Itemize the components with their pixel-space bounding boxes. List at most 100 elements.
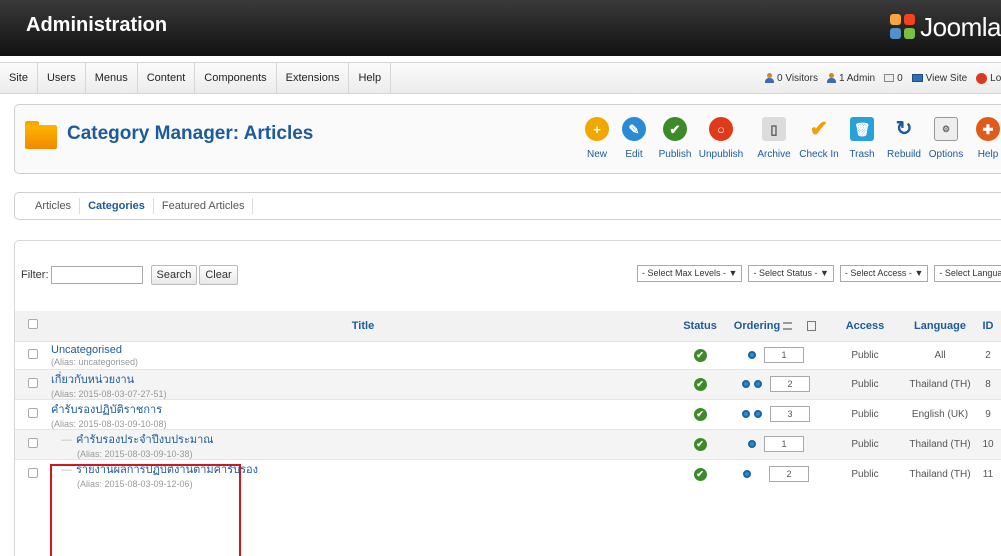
search-button[interactable]: Search <box>150 265 198 285</box>
check-icon: ✔ <box>663 117 687 141</box>
filter-selects: - Select Max Levels - ▼ - Select Status … <box>637 265 1001 282</box>
save-order-icon[interactable] <box>807 320 817 331</box>
table-row: คำรับรองปฏิบัติราชการ (Alias: 2015-08-03-… <box>15 398 1001 429</box>
highlight-box <box>50 464 241 556</box>
logout-icon <box>976 72 988 84</box>
order-down-icon[interactable] <box>754 410 762 418</box>
plus-icon: + <box>585 117 609 141</box>
id-value: 10 <box>975 428 1001 459</box>
access-value: Public <box>825 428 905 459</box>
categories-table: Title Status Ordering Access Language ID… <box>15 311 1001 489</box>
select-language[interactable]: - Select Language - ▼ <box>934 265 1001 282</box>
joomla-logo-text: Joomla <box>920 11 1001 42</box>
refresh-icon: ↻ <box>895 118 913 140</box>
select-max-levels[interactable]: - Select Max Levels - ▼ <box>637 265 743 282</box>
published-icon[interactable]: ✔ <box>693 407 707 421</box>
row-checkbox[interactable] <box>28 348 38 359</box>
access-value: Public <box>825 398 905 429</box>
submenu-articles[interactable]: Articles <box>27 198 81 214</box>
check-in-button[interactable]: ✔ Check In <box>799 105 839 173</box>
menu-components[interactable]: Components <box>195 63 277 93</box>
ordering-header-label: Ordering <box>733 319 781 332</box>
toolbar: Category Manager: Articles + New ✎ Edit … <box>14 104 1001 174</box>
row-checkbox[interactable] <box>28 467 38 478</box>
menu-extensions[interactable]: Extensions <box>277 63 350 93</box>
help-button[interactable]: ✚ Help <box>975 105 1001 173</box>
rebuild-button[interactable]: ↻ Rebuild <box>887 105 921 173</box>
joomla-logo-icon <box>890 14 916 40</box>
options-button[interactable]: ⚙ Options <box>928 105 964 173</box>
admin-title: Administration <box>26 14 168 36</box>
lifebuoy-icon: ✚ <box>976 117 1000 141</box>
user-icon <box>826 73 836 83</box>
clear-button[interactable]: Clear <box>199 265 238 285</box>
access-column-header[interactable]: Access <box>825 311 905 342</box>
title-column-header[interactable]: Title <box>51 311 675 342</box>
folder-icon <box>25 121 57 149</box>
category-title-link[interactable]: คำรับรองประจำปีงบประมาณ <box>76 434 214 446</box>
id-value: 2 <box>975 340 1001 369</box>
archive-icon: ▯ <box>762 117 786 141</box>
new-label: New <box>586 149 607 160</box>
messages-status[interactable]: 0 <box>884 73 903 84</box>
category-title-link[interactable]: Uncategorised <box>51 344 675 356</box>
ordering-input[interactable]: 1 <box>764 436 804 452</box>
menu-help[interactable]: Help <box>349 63 392 93</box>
row-checkbox[interactable] <box>28 407 38 418</box>
pencil-icon: ✎ <box>622 117 646 141</box>
id-column-header[interactable]: ID <box>975 311 1001 342</box>
table-row: Uncategorised (Alias: uncategorised) ✔ 1 … <box>15 340 1001 369</box>
visitors-count: 0 Visitors <box>777 72 818 84</box>
language-value: English (UK) <box>905 398 975 429</box>
archive-button[interactable]: ▯ Archive <box>756 105 792 173</box>
check-in-label: Check In <box>799 149 839 160</box>
row-checkbox[interactable] <box>28 437 38 448</box>
ordering-input[interactable]: 2 <box>770 376 810 392</box>
filter-search-input[interactable] <box>50 266 143 284</box>
publish-button[interactable]: ✔ Publish <box>658 105 692 173</box>
trash-button[interactable]: 🗑 Trash <box>847 105 877 173</box>
menu-content[interactable]: Content <box>138 63 196 93</box>
submenu-categories[interactable]: Categories <box>80 198 154 214</box>
published-icon[interactable]: ✔ <box>693 467 707 481</box>
language-column-header[interactable]: Language <box>905 311 975 342</box>
order-up-icon[interactable] <box>742 380 750 388</box>
menu-menus[interactable]: Menus <box>86 63 138 93</box>
published-icon[interactable]: ✔ <box>693 377 707 391</box>
messages-count: 0 <box>897 72 903 84</box>
select-access[interactable]: - Select Access - ▼ <box>839 265 929 282</box>
new-button[interactable]: + New <box>582 105 612 173</box>
menu-site[interactable]: Site <box>0 63 38 93</box>
row-checkbox[interactable] <box>28 377 38 388</box>
view-site-label: View Site <box>925 72 968 84</box>
order-up-icon[interactable] <box>742 410 750 418</box>
select-status[interactable]: - Select Status - ▼ <box>748 265 834 282</box>
table-row: เกี่ยวกับหน่วยงาน (Alias: 2015-08-03-07-2… <box>15 368 1001 399</box>
admins-count: 1 Admin <box>838 72 876 84</box>
category-title-link[interactable]: คำรับรองปฏิบัติราชการ <box>51 400 675 418</box>
view-site-link[interactable]: View Site <box>911 72 968 84</box>
ordering-column-header[interactable]: Ordering <box>725 311 825 342</box>
order-down-icon[interactable] <box>748 440 756 448</box>
submenu-featured-articles[interactable]: Featured Articles <box>154 198 254 214</box>
status-column-header[interactable]: Status <box>675 311 725 342</box>
sort-icon <box>783 321 793 330</box>
logout-link[interactable]: Log o <box>976 72 1001 84</box>
joomla-logo[interactable]: Joomla <box>890 10 1001 44</box>
ordering-input[interactable]: 3 <box>770 406 810 422</box>
category-title-link[interactable]: เกี่ยวกับหน่วยงาน <box>51 370 675 388</box>
ordering-input[interactable]: 2 <box>769 466 809 482</box>
published-icon[interactable]: ✔ <box>693 348 707 362</box>
edit-button[interactable]: ✎ Edit <box>619 105 649 173</box>
ordering-input[interactable]: 1 <box>764 347 804 363</box>
category-alias: (Alias: uncategorised) <box>51 356 139 367</box>
select-all-checkbox[interactable] <box>15 311 51 342</box>
unpublish-button[interactable]: ○ Unpublish <box>698 105 744 173</box>
menu-users[interactable]: Users <box>38 63 86 93</box>
order-down-icon[interactable] <box>754 380 762 388</box>
order-down-icon[interactable] <box>748 351 756 359</box>
help-label: Help <box>977 149 999 160</box>
published-icon[interactable]: ✔ <box>693 437 707 451</box>
main-menu-bar: Site Users Menus Content Components Exte… <box>0 62 1001 94</box>
order-up-icon[interactable] <box>743 470 751 478</box>
